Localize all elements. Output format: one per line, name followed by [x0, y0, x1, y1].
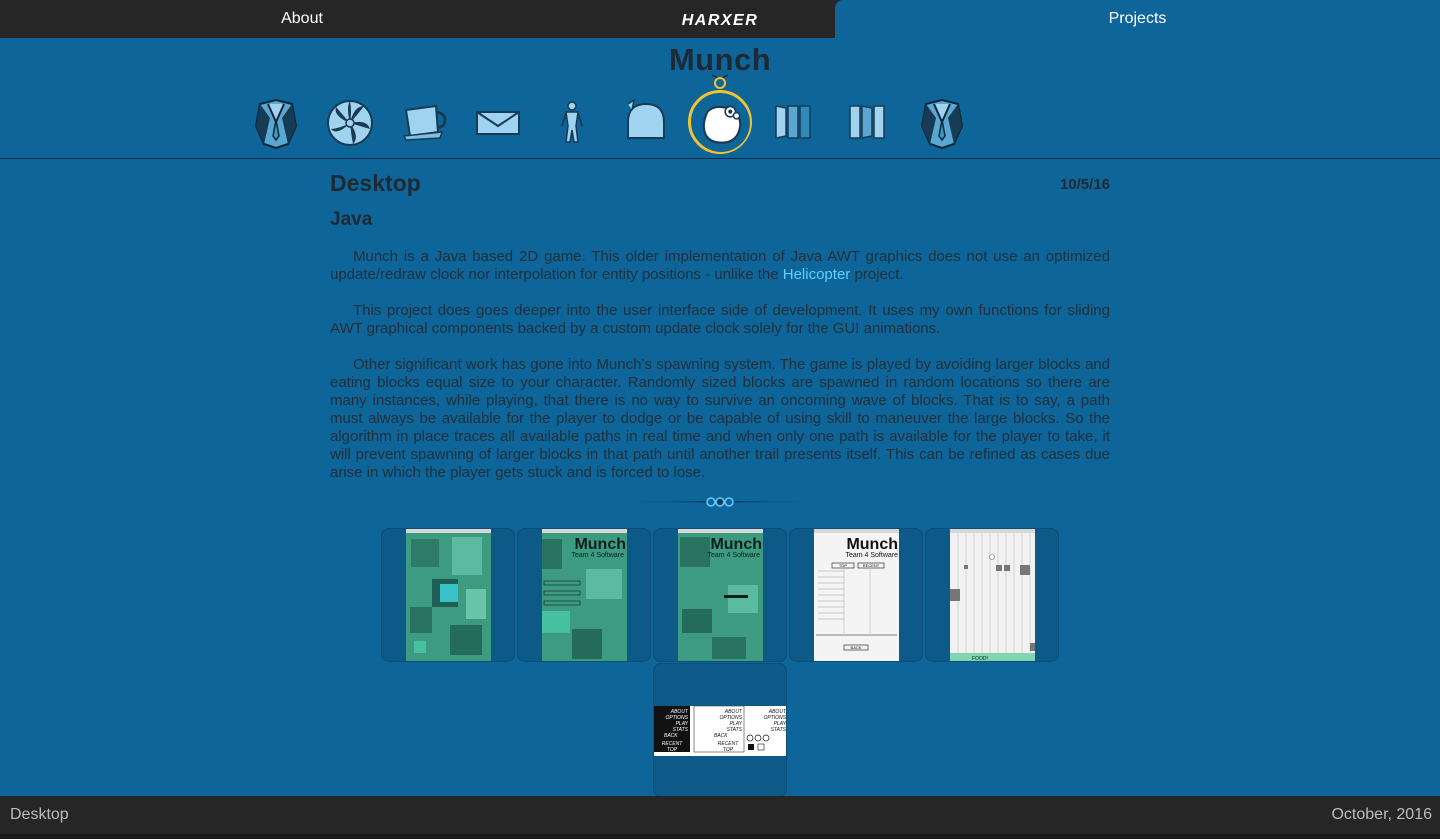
platform-heading: Desktop: [330, 170, 421, 196]
ornament-divider-icon: [620, 497, 820, 507]
svg-text:Team 4 Software: Team 4 Software: [707, 552, 760, 559]
svg-text:Munch: Munch: [710, 536, 762, 553]
project-description: Desktop 10/5/16 Java Munch is a Java bas…: [330, 170, 1110, 481]
coffee-cup-icon[interactable]: [394, 92, 454, 152]
svg-text:Munch: Munch: [846, 536, 898, 553]
stick-figure-icon[interactable]: [542, 92, 602, 152]
svg-text:RECENT: RECENT: [863, 563, 880, 568]
svg-text:TOP: TOP: [667, 747, 678, 753]
description-paragraph-2: This project does goes deeper into the u…: [330, 302, 1110, 337]
paragraph-text: Munch is a Java based 2D game. This olde…: [330, 248, 1110, 283]
pinwheel-icon[interactable]: [320, 92, 380, 152]
envelope-icon[interactable]: [468, 92, 528, 152]
svg-text:STATS: STATS: [727, 727, 743, 733]
gallery-thumb-6[interactable]: ABOUT OPTIONS PLAY STATS BACK RECENT TOP…: [653, 663, 787, 797]
screenshot-main-menu: Munch Team 4 Software: [542, 529, 627, 661]
munch-blob-icon[interactable]: [688, 90, 752, 154]
paragraph-text: project.: [850, 266, 904, 283]
footer-date: October, 2016: [1331, 806, 1432, 823]
project-icon-row: [0, 90, 1440, 154]
screenshot-ui-sprites: ABOUT OPTIONS PLAY STATS BACK RECENT TOP…: [654, 706, 787, 756]
tab-projects[interactable]: Projects: [835, 0, 1440, 38]
language-heading: Java: [330, 209, 373, 230]
panels-alt-icon[interactable]: [838, 92, 898, 152]
description-paragraph-1: Munch is a Java based 2D game. This olde…: [330, 248, 1110, 284]
gallery-thumb-5[interactable]: FOOD!: [925, 528, 1059, 662]
tuxedo-icon[interactable]: [246, 92, 306, 152]
screenshot-scores: Munch Team 4 Software TOP RECENT BACK: [814, 529, 899, 661]
selected-indicator-icon: [711, 74, 729, 89]
svg-text:FOOD!: FOOD!: [972, 656, 988, 662]
gallery-thumb-2[interactable]: Munch Team 4 Software: [517, 528, 651, 662]
svg-text:HARXER: HARXER: [682, 12, 759, 28]
svg-text:BACK: BACK: [851, 645, 862, 650]
top-nav-bar: About HARXER Projects: [0, 0, 1440, 38]
svg-text:Munch: Munch: [574, 536, 626, 553]
screenshot-menu-options: Munch Team 4 Software: [678, 529, 763, 661]
svg-text:Team 4 Software: Team 4 Software: [571, 552, 624, 559]
footer-bar: Desktop October, 2016: [0, 796, 1440, 834]
footer-platform: Desktop: [10, 806, 69, 823]
tab-about[interactable]: About: [0, 0, 604, 38]
gallery-thumb-3[interactable]: Munch Team 4 Software: [653, 528, 787, 662]
svg-text:STATS: STATS: [771, 727, 787, 733]
svg-text:Team 4 Software: Team 4 Software: [845, 552, 898, 559]
svg-text:TOP: TOP: [839, 563, 847, 568]
svg-text:BACK: BACK: [664, 733, 678, 739]
screenshot-gameplay: [406, 529, 491, 661]
harxer-logo[interactable]: HARXER: [664, 10, 776, 28]
tuxedo-alt-icon[interactable]: [912, 92, 972, 152]
screenshot-level-view: FOOD!: [950, 529, 1035, 662]
gallery-thumb-1[interactable]: [381, 528, 515, 662]
panels-icon[interactable]: [764, 92, 824, 152]
helicopter-link[interactable]: Helicopter: [783, 266, 851, 283]
header-divider: [0, 158, 1440, 159]
project-date: 10/5/16: [1059, 176, 1110, 193]
bottom-strip: [0, 834, 1440, 839]
description-paragraph-3: Other significant work has gone into Mun…: [330, 356, 1110, 481]
svg-text:BACK: BACK: [714, 733, 728, 739]
gallery-thumb-4[interactable]: Munch Team 4 Software TOP RECENT BACK: [789, 528, 923, 662]
bell-icon[interactable]: [616, 92, 676, 152]
